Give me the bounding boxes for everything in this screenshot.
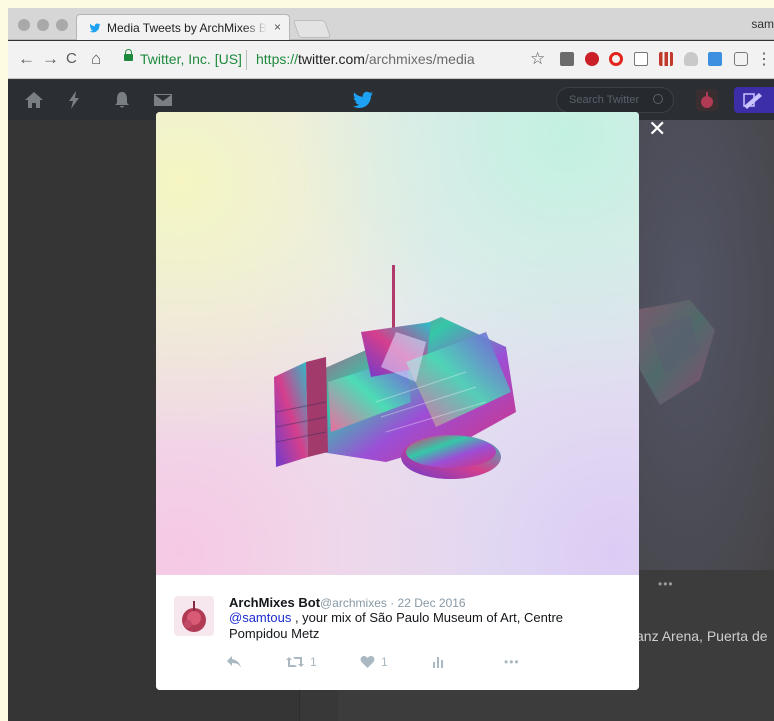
secure-site-label[interactable]: Twitter, Inc. [US] — [140, 51, 242, 67]
compose-icon — [743, 93, 762, 109]
tweet-text: @samtous , your mix of São Paulo Museum … — [229, 610, 569, 642]
avatar-figure-icon — [701, 92, 713, 108]
retweet-icon — [286, 656, 304, 667]
avatar-figure-icon — [182, 601, 206, 632]
new-tab-button[interactable] — [292, 20, 332, 38]
home-button[interactable]: ⌂ — [91, 50, 101, 68]
background-sculpture-image — [635, 300, 715, 405]
address-separator — [246, 50, 247, 70]
search-placeholder: Search Twitter — [569, 94, 640, 106]
tab-strip: Media Tweets by ArchMixes Bc × sam — [8, 8, 774, 40]
tab-close-icon[interactable]: × — [274, 20, 281, 34]
twitter-favicon-icon — [89, 23, 101, 33]
browser-tab[interactable]: Media Tweets by ArchMixes Bc × — [76, 14, 290, 40]
retweet-count: 1 — [310, 654, 317, 669]
page-icon[interactable] — [634, 52, 648, 66]
reply-button[interactable] — [226, 653, 242, 669]
pen-extension-icon[interactable] — [708, 52, 722, 66]
minimize-window-button[interactable] — [37, 19, 49, 31]
notifications-icon[interactable] — [112, 90, 132, 110]
search-icon[interactable] — [653, 94, 663, 104]
like-button[interactable]: 1 — [360, 653, 388, 670]
url-path: /archmixes/media — [364, 51, 475, 67]
browser-menu-icon[interactable]: ⋮ — [756, 49, 772, 69]
profile-avatar[interactable] — [696, 89, 718, 111]
close-window-button[interactable] — [18, 19, 30, 31]
cloud-icon[interactable] — [684, 52, 698, 66]
tweet-author-name[interactable]: ArchMixes Bot — [229, 595, 320, 610]
browser-window: Media Tweets by ArchMixes Bc × sam ← → C… — [8, 8, 774, 721]
tweet-meta: @archmixes · 22 Dec 2016 — [320, 596, 466, 610]
compose-tweet-button[interactable] — [734, 87, 774, 113]
url-host: twitter.com — [298, 51, 365, 67]
camera-icon[interactable] — [734, 52, 748, 66]
reload-button[interactable]: C — [66, 50, 77, 68]
forward-button[interactable]: → — [42, 50, 59, 68]
analytics-icon — [433, 656, 443, 668]
modal-close-button[interactable]: ✕ — [648, 118, 666, 140]
like-count: 1 — [381, 654, 388, 669]
background-tweet-text: anz Arena, Puerta de — [636, 628, 768, 644]
heart-icon — [360, 655, 375, 668]
back-button[interactable]: ← — [18, 50, 35, 68]
more-options-button[interactable]: ••• — [498, 653, 520, 670]
browser-toolbar: ← → C ⌂ Twitter, Inc. [US] https://twitt… — [8, 41, 774, 79]
text-extension-icon[interactable] — [560, 52, 574, 66]
more-icon: ••• — [504, 654, 520, 669]
tweet-date-separator: · — [386, 596, 398, 610]
background-more-icon: ••• — [658, 577, 674, 591]
analytics-button[interactable] — [432, 653, 444, 669]
messages-icon[interactable] — [153, 90, 173, 110]
tweet-actions: 1 1 ••• — [226, 653, 556, 671]
bars-extension-icon[interactable] — [659, 52, 673, 66]
tab-title: Media Tweets by ArchMixes Bc — [107, 21, 267, 35]
twitter-logo-icon[interactable] — [352, 89, 374, 111]
tweet-author-avatar[interactable] — [174, 596, 214, 636]
tweet-author-handle[interactable]: @archmixes — [320, 596, 387, 610]
moments-icon[interactable] — [64, 90, 84, 110]
retweet-button[interactable]: 1 — [286, 653, 317, 670]
media-modal: ArchMixes Bot @archmixes · 22 Dec 2016 @… — [156, 112, 639, 690]
tweet-media-image[interactable] — [156, 112, 639, 575]
url-scheme: https:// — [256, 51, 299, 67]
tweet-mention-link[interactable]: @samtous — [229, 610, 291, 625]
tweet-detail: ArchMixes Bot @archmixes · 22 Dec 2016 @… — [156, 575, 639, 690]
architecture-mix-render — [274, 265, 516, 479]
pinterest-icon[interactable] — [585, 52, 599, 66]
opera-icon[interactable] — [609, 52, 623, 66]
tweet-date[interactable]: 22 Dec 2016 — [398, 596, 466, 610]
reply-icon — [227, 655, 241, 668]
lock-icon — [124, 49, 133, 61]
search-input[interactable]: Search Twitter — [556, 87, 674, 113]
address-bar[interactable]: https://twitter.com/archmixes/media — [256, 51, 475, 67]
profile-label[interactable]: sam — [751, 17, 774, 31]
home-icon[interactable] — [24, 90, 44, 110]
maximize-window-button[interactable] — [56, 19, 68, 31]
bookmark-star-icon[interactable]: ☆ — [530, 49, 545, 69]
